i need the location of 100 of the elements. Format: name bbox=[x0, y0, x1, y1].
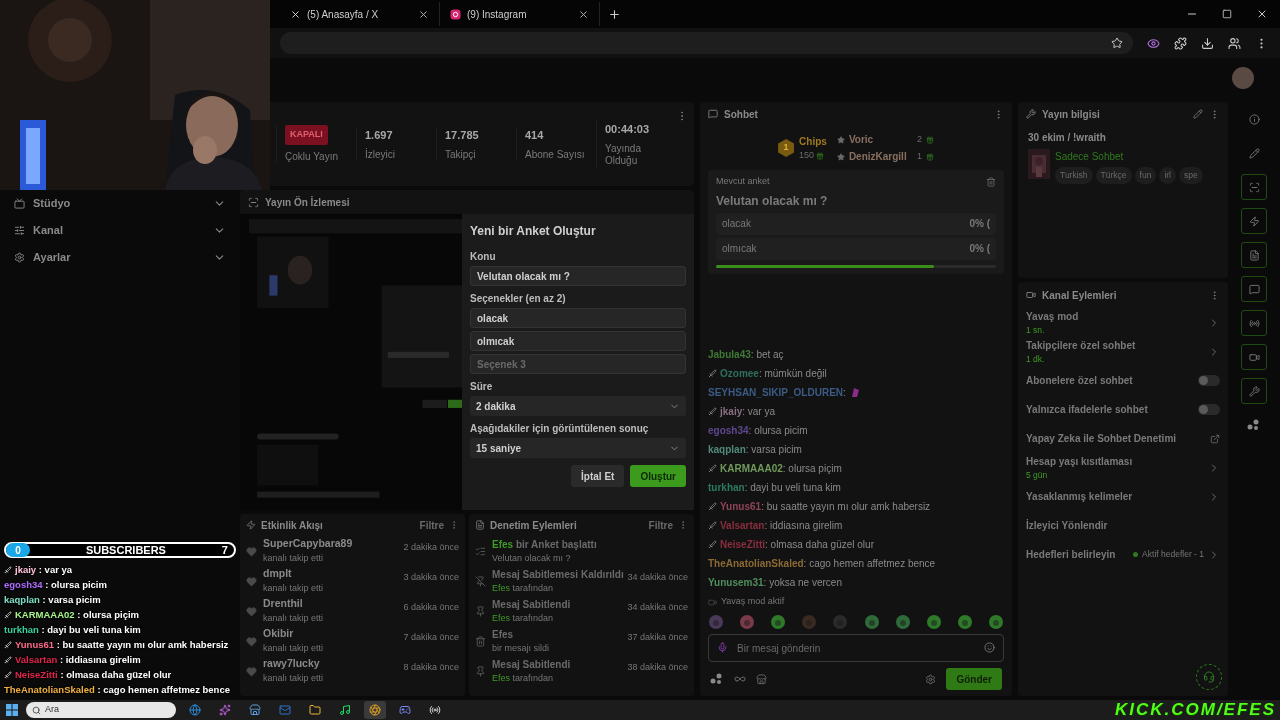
pencil-icon[interactable] bbox=[1193, 109, 1203, 119]
camera-icon bbox=[1248, 351, 1260, 363]
rail-button[interactable] bbox=[1241, 242, 1267, 268]
sidebar-item[interactable]: Ayarlar bbox=[0, 244, 240, 271]
send-button[interactable]: Gönder bbox=[946, 668, 1002, 690]
event-time: 8 dakika önce bbox=[403, 661, 459, 674]
tag[interactable]: spe bbox=[1179, 167, 1203, 184]
option-field[interactable]: olacak bbox=[470, 308, 686, 328]
chat-message: TheAnatolianSkaled: cago hemen affetmez bence bbox=[708, 557, 937, 571]
close-icon[interactable] bbox=[578, 8, 589, 20]
panel-title: Kanal Eylemleri bbox=[1042, 288, 1118, 303]
field-label: Seçenekler (en az 2) bbox=[470, 292, 567, 306]
channel-action-row[interactable]: Takipçilere özel sohbet 1 dk. bbox=[1018, 337, 1228, 366]
tag[interactable]: fun bbox=[1134, 167, 1157, 184]
microphone-icon[interactable] bbox=[717, 642, 728, 653]
channel-action-row[interactable]: Abonelere özel sohbet bbox=[1018, 366, 1228, 395]
filter-link[interactable]: Filtre bbox=[419, 517, 444, 533]
tag[interactable]: Turkish bbox=[1055, 167, 1093, 184]
address-field[interactable] bbox=[280, 32, 1133, 54]
broadcast-icon bbox=[1248, 317, 1260, 329]
rail-button[interactable] bbox=[1241, 310, 1267, 336]
rail-button[interactable] bbox=[1241, 208, 1267, 234]
heart-icon bbox=[246, 575, 257, 587]
browser-tab[interactable]: (9) Instagram bbox=[440, 2, 600, 26]
close-icon[interactable] bbox=[418, 8, 429, 20]
new-tab-icon[interactable] bbox=[608, 7, 621, 21]
category-link[interactable]: Sadece Sohbet bbox=[1055, 149, 1203, 164]
chat-message: turkhan: dayi bu veli tuna kim bbox=[708, 481, 842, 495]
browser-tab[interactable]: (5) Anasayfa / X bbox=[280, 2, 440, 26]
download-icon[interactable] bbox=[1201, 36, 1214, 50]
chat-message: kaqplan: varsa picim bbox=[708, 443, 803, 457]
gifter-name: DenizKargill bbox=[848, 150, 908, 164]
emote-icon[interactable] bbox=[894, 614, 911, 630]
document-icon bbox=[1248, 249, 1260, 261]
toggle-switch[interactable] bbox=[1198, 404, 1220, 415]
duration-select[interactable]: 2 dakika bbox=[470, 396, 686, 416]
maximize-icon[interactable] bbox=[1222, 9, 1232, 19]
emote-icon[interactable] bbox=[863, 614, 880, 630]
gear-icon[interactable] bbox=[925, 673, 937, 685]
tab-title: (9) Instagram bbox=[467, 7, 528, 22]
sidebar-item[interactable]: Stüdyo bbox=[0, 190, 240, 217]
camera-icon bbox=[1026, 290, 1036, 300]
chat-message: SEYHSAN_SIKIP_OLDUREN: bbox=[708, 386, 1004, 400]
topic-field[interactable]: Velutan olacak mı ? bbox=[470, 266, 686, 286]
tag[interactable]: Türkçe bbox=[1095, 167, 1132, 184]
action-title: Efes bbox=[492, 627, 515, 642]
emote-icon[interactable] bbox=[956, 614, 973, 630]
pin-off-icon bbox=[475, 575, 486, 587]
channel-action-row[interactable]: Yalnızca ifadelerle sohbet bbox=[1018, 395, 1228, 424]
create-button[interactable]: Oluştur bbox=[630, 465, 686, 487]
option-field[interactable]: Seçenek 3 bbox=[470, 354, 686, 374]
option-field[interactable]: olmıcak bbox=[470, 331, 686, 351]
chat-message: Jabula43: bet aç bbox=[708, 348, 785, 362]
mail-icon bbox=[279, 704, 291, 716]
broadcast-icon bbox=[429, 704, 441, 716]
rank-icon bbox=[836, 135, 845, 144]
emote-icon[interactable] bbox=[770, 614, 787, 630]
rank-icon bbox=[836, 152, 845, 161]
action-title: Mesaj Sabitlemesi Kaldırıldı bbox=[492, 567, 622, 582]
heart-icon bbox=[246, 665, 257, 677]
emoji-icon[interactable] bbox=[984, 642, 995, 653]
avatar[interactable] bbox=[1232, 67, 1254, 89]
sidebar-item[interactable]: Kanal bbox=[0, 217, 240, 244]
channel-action-row[interactable]: Yasaklanmış kelimeler bbox=[1018, 482, 1228, 511]
channel-action-row[interactable]: İzleyici Yönlendir bbox=[1018, 511, 1228, 540]
action-time: 34 dakika önce bbox=[627, 601, 688, 614]
chat-message: Yunusem31: yoksa ne vercen bbox=[708, 576, 843, 590]
tab-title: (5) Anasayfa / X bbox=[307, 7, 380, 22]
filter-link[interactable]: Filtre bbox=[648, 517, 673, 533]
emote-icon[interactable] bbox=[708, 614, 724, 630]
toggle-switch[interactable] bbox=[1198, 375, 1220, 386]
rail-button[interactable] bbox=[1241, 276, 1267, 302]
gifter-name: Voric bbox=[848, 133, 875, 147]
cancel-button[interactable]: İptal Et bbox=[571, 465, 625, 487]
document-icon bbox=[475, 520, 485, 530]
channel-action-row[interactable]: Hedefleri belirleyin Aktif hedefler - 1 bbox=[1018, 540, 1228, 569]
taskbar-app[interactable] bbox=[364, 701, 386, 719]
taskbar-search-field[interactable]: Ara bbox=[26, 702, 176, 718]
rail-button[interactable] bbox=[1241, 344, 1267, 370]
result-select[interactable]: 15 saniye bbox=[470, 438, 686, 458]
channel-action-row[interactable]: Hesap yaşı kısıtlaması 5 gün bbox=[1018, 453, 1228, 482]
store-icon[interactable] bbox=[756, 673, 767, 685]
infinity-icon bbox=[734, 673, 746, 685]
message-field[interactable]: Bir mesaj gönderin bbox=[708, 634, 1004, 662]
emote-icon[interactable] bbox=[988, 614, 1004, 630]
channel-action-row[interactable]: Yavaş mod 1 sn. bbox=[1018, 308, 1228, 337]
puzzle-icon[interactable] bbox=[1174, 36, 1187, 50]
emote-icon[interactable] bbox=[739, 614, 756, 630]
bookmark-icon[interactable] bbox=[1111, 37, 1123, 49]
channel-action-row[interactable]: Yapay Zeka ile Sohbet Denetimi bbox=[1018, 424, 1228, 453]
chat-icon bbox=[708, 109, 718, 119]
windows-logo-icon[interactable] bbox=[6, 704, 18, 716]
emote-icon[interactable] bbox=[925, 614, 942, 630]
trash-icon[interactable] bbox=[986, 176, 996, 187]
close-icon[interactable] bbox=[1256, 8, 1268, 20]
scan-icon bbox=[248, 196, 259, 208]
tag[interactable]: irl bbox=[1159, 167, 1176, 184]
profile-icon[interactable] bbox=[1228, 36, 1241, 50]
action-detail: Efes tarafından bbox=[492, 671, 555, 685]
globe-icon bbox=[189, 704, 201, 716]
